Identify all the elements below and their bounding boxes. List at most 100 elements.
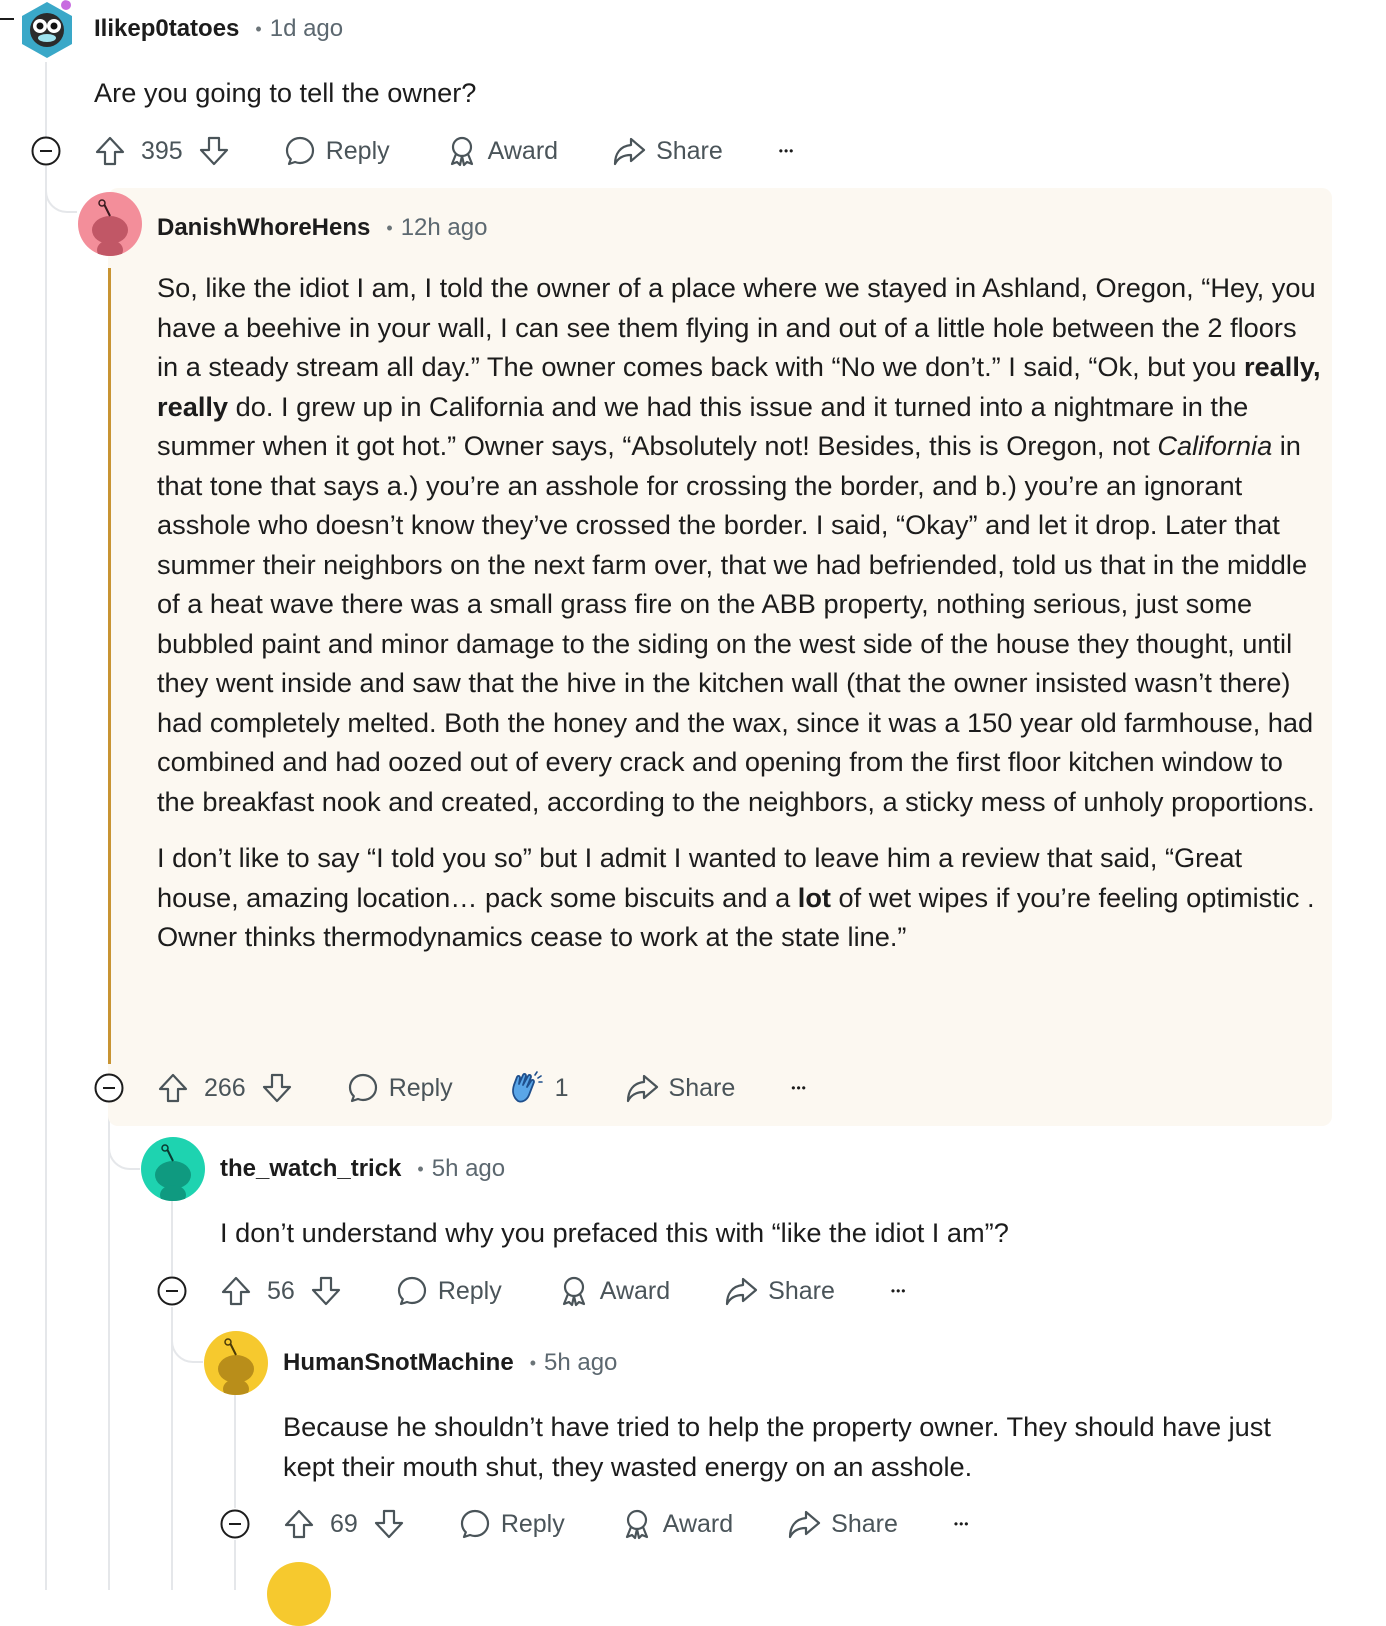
separator-dot: • [386, 217, 393, 238]
upvote-button[interactable] [94, 135, 126, 167]
downvote-button[interactable] [198, 135, 230, 167]
username[interactable]: HumanSnotMachine [283, 1349, 514, 1377]
upvote-button[interactable] [157, 1072, 189, 1104]
reply-bubble-icon [348, 1073, 377, 1103]
downvote-button[interactable] [373, 1508, 405, 1540]
op-thread-line [108, 268, 111, 1064]
timestamp[interactable]: 5h ago [544, 1349, 617, 1377]
more-icon[interactable]: ••• [791, 1081, 807, 1095]
comment-text: So, like the idiot I am, I told the owne… [157, 272, 1316, 382]
clapping-hands-icon [511, 1071, 543, 1103]
reply-bubble-icon [285, 136, 314, 166]
comment-meta: the_watch_trick • 5h ago [220, 1149, 505, 1189]
avatar[interactable] [78, 192, 142, 256]
thread-line [171, 1200, 173, 1276]
timestamp[interactable]: 5h ago [432, 1155, 505, 1183]
upvote-button[interactable] [283, 1508, 315, 1540]
reply-button[interactable]: Reply [396, 1275, 502, 1307]
share-button[interactable]: Share [612, 135, 723, 167]
share-button[interactable]: Share [787, 1508, 898, 1540]
share-label: Share [668, 1073, 736, 1102]
share-label: Share [768, 1276, 835, 1305]
share-label: Share [831, 1509, 898, 1538]
collapse-icon[interactable] [94, 1073, 124, 1103]
avatar[interactable] [267, 1562, 331, 1626]
upvote-icon [158, 1073, 188, 1103]
emphasis-italic: California [1157, 430, 1273, 461]
share-label: Share [656, 136, 723, 165]
award-icon [625, 1509, 648, 1540]
downvote-icon [262, 1073, 291, 1103]
comment-meta: HumanSnotMachine • 5h ago [283, 1343, 617, 1383]
reply-button[interactable]: Reply [459, 1508, 565, 1540]
comment-body: Because he shouldn’t have tried to help … [283, 1407, 1323, 1486]
username[interactable]: DanishWhoreHens [157, 214, 370, 242]
username[interactable]: Ilikep0tatoes [94, 15, 239, 43]
avatar[interactable] [18, 0, 76, 60]
thread-line [234, 1540, 236, 1590]
reply-button[interactable]: Reply [347, 1072, 453, 1104]
award-icon [450, 136, 473, 167]
comment-text: in that tone that says a.) you’re an ass… [157, 430, 1315, 817]
share-button[interactable]: Share [724, 1275, 835, 1307]
upvote-icon [221, 1276, 251, 1306]
award-button[interactable]: Award [446, 135, 558, 167]
downvote-icon [199, 136, 228, 166]
vote-count: 266 [204, 1073, 246, 1102]
award-label: Award [599, 1276, 671, 1305]
more-icon[interactable]: ••• [779, 144, 795, 158]
comment-actions: 69 Reply Award Share ••• [283, 1500, 969, 1548]
more-icon[interactable]: ••• [954, 1517, 970, 1531]
emphasis-bold: lot [797, 881, 831, 913]
comment-body: I don’t understand why you prefaced this… [220, 1213, 1320, 1253]
share-button[interactable]: Share [625, 1072, 736, 1104]
more-icon[interactable]: ••• [891, 1284, 907, 1298]
share-icon [726, 1277, 758, 1306]
award-count: 1 [554, 1073, 569, 1102]
downvote-button[interactable] [310, 1275, 342, 1307]
separator-dot: • [417, 1158, 424, 1179]
separator-dot: • [529, 1352, 536, 1373]
reply-label: Reply [388, 1073, 453, 1102]
downvote-button[interactable] [261, 1072, 293, 1104]
collapse-icon[interactable] [31, 136, 61, 166]
downvote-icon [374, 1509, 403, 1539]
comment-meta: Ilikep0tatoes • 1d ago [94, 9, 343, 49]
award-icon [562, 1276, 585, 1307]
timestamp[interactable]: 12h ago [401, 214, 488, 242]
comment-text: Are you going to tell the owner? [94, 77, 477, 108]
timestamp[interactable]: 1d ago [270, 15, 343, 43]
username[interactable]: the_watch_trick [220, 1155, 401, 1183]
comment-text: I don’t understand why you prefaced this… [220, 1217, 1009, 1248]
downvote-icon [311, 1276, 340, 1306]
vote-count: 395 [141, 136, 183, 165]
share-icon [626, 1074, 658, 1103]
award-label: Award [487, 136, 559, 165]
comment-text: Because he shouldn’t have tried to help … [283, 1411, 1271, 1482]
thread-line [234, 1392, 236, 1508]
upvote-icon [284, 1509, 314, 1539]
reply-bubble-icon [397, 1276, 426, 1306]
thread-branch [45, 166, 77, 213]
avatar[interactable] [204, 1331, 268, 1395]
comment-actions: 56 Reply Award Share ••• [220, 1267, 906, 1315]
collapse-icon[interactable] [157, 1276, 187, 1306]
comment-paragraph: I don’t like to say “I told you so” but … [157, 838, 1321, 957]
thread-indicator [0, 18, 14, 20]
comment-text: do. I grew up in California and we had t… [157, 390, 1249, 462]
award-button[interactable]: 1 [509, 1071, 569, 1105]
comment-actions: 266 Reply 1 Share ••• [157, 1064, 807, 1112]
thread-line [45, 166, 47, 1590]
comment-body: Are you going to tell the owner? [94, 73, 1294, 113]
upvote-button[interactable] [220, 1275, 252, 1307]
vote-count: 69 [330, 1509, 358, 1538]
award-button[interactable]: Award [621, 1508, 733, 1540]
collapse-icon[interactable] [220, 1509, 250, 1539]
separator-dot: • [255, 18, 262, 39]
award-button[interactable]: Award [558, 1275, 670, 1307]
thread-branch [171, 1307, 203, 1363]
avatar[interactable] [141, 1137, 205, 1201]
comment-meta: DanishWhoreHens • 12h ago [157, 208, 487, 248]
upvote-icon [95, 136, 125, 166]
reply-button[interactable]: Reply [284, 135, 390, 167]
